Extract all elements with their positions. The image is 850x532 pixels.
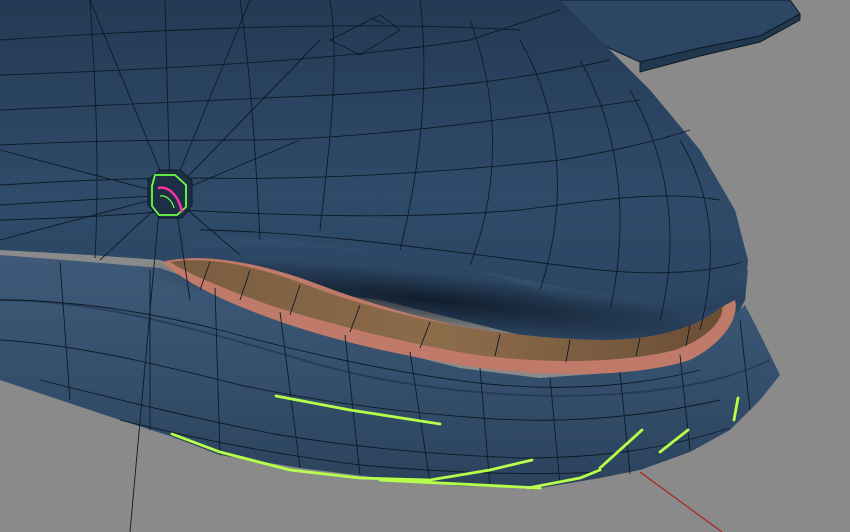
3d-viewport[interactable] — [0, 0, 850, 532]
eye — [147, 169, 193, 219]
model-render[interactable] — [0, 0, 850, 532]
